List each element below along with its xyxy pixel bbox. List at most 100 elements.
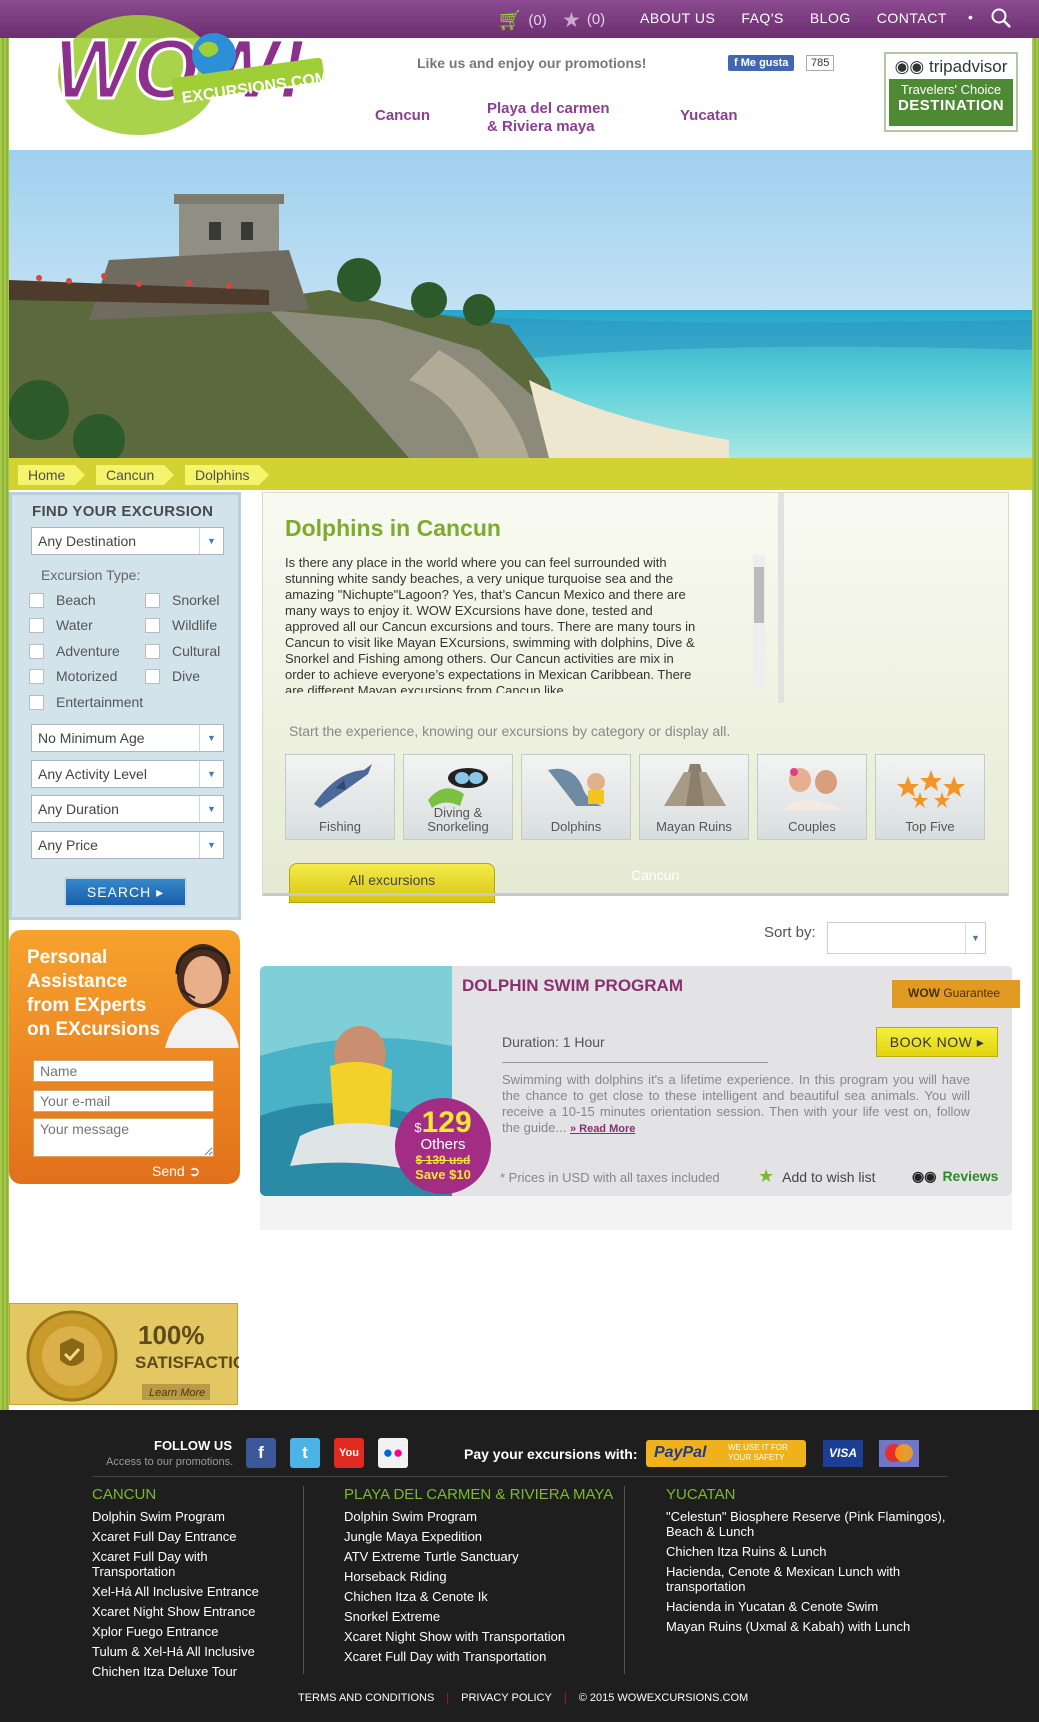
cart-link[interactable]: 🛒︎ (0) (497, 8, 547, 33)
category-couples[interactable]: Couples (757, 754, 867, 840)
product-title[interactable]: DOLPHIN SWIM PROGRAM (462, 976, 683, 996)
checkbox-dive[interactable]: Dive (145, 668, 200, 684)
youtube-icon[interactable]: You (334, 1438, 364, 1468)
footer-link[interactable]: Xcaret Night Show with Transportation (344, 1629, 624, 1644)
footer-column-playa: PLAYA DEL CARMEN & RIVIERA MAYA Dolphin … (344, 1486, 624, 1669)
footer-divider (92, 1476, 948, 1477)
footer-link[interactable]: Dolphin Swim Program (344, 1509, 624, 1524)
wishlist-link[interactable]: ★ (0) (562, 8, 605, 33)
satisfaction-badge[interactable]: 100% SATISFACTION Learn More (9, 1303, 258, 1405)
tab-cancun[interactable]: Cancun (631, 867, 679, 883)
flickr-icon[interactable]: ●● (378, 1438, 408, 1468)
checkbox-adventure[interactable]: Adventure (29, 643, 120, 659)
nav-playa-del-carmen[interactable]: Playa del carmen & Riviera maya (487, 100, 610, 136)
nav-about-us[interactable]: ABOUT US (640, 10, 715, 26)
email-input[interactable] (33, 1090, 214, 1112)
checkbox-snorkel[interactable]: Snorkel (145, 592, 219, 608)
footer-link[interactable]: Hacienda, Cenote & Mexican Lunch with tr… (666, 1564, 946, 1594)
price-badge: $129 Others $ 139 usd Save $10 (395, 1098, 491, 1194)
product-description: Swimming with dolphins it's a lifetime e… (502, 1072, 970, 1135)
footer-link[interactable]: Tulum & Xel-Há All Inclusive (92, 1644, 292, 1659)
owl-icon: ◉◉ (894, 57, 925, 76)
add-to-wishlist-link[interactable]: ★ Add to wish list (758, 1166, 876, 1187)
category-mayan-ruins[interactable]: Mayan Ruins (639, 754, 749, 840)
book-now-button[interactable]: BOOK NOW ▸ (876, 1027, 998, 1057)
footer-link[interactable]: Jungle Maya Expedition (344, 1529, 624, 1544)
description-text: Is there any place in the world where yo… (285, 555, 696, 693)
terms-link[interactable]: TERMS AND CONDITIONS (298, 1692, 434, 1704)
personal-assistance-panel: Personal Assistance from EXperts on EXcu… (9, 930, 240, 1184)
minimum-age-select[interactable]: No Minimum Age ▼ (31, 724, 224, 752)
activity-level-select[interactable]: Any Activity Level ▼ (31, 760, 224, 788)
search-button[interactable]: SEARCH ▸ (64, 877, 187, 907)
footer-link[interactable]: Chichen Itza Ruins & Lunch (666, 1544, 946, 1559)
pyramid-icon (664, 764, 726, 806)
footer-link[interactable]: Xcaret Full Day with Transportation (92, 1549, 292, 1579)
wow-guarantee-badge: WOW Guarantee (892, 980, 1020, 1008)
facebook-like-button[interactable]: f Me gusta (728, 55, 795, 71)
follow-us-subtitle: Access to our promotions. (106, 1456, 234, 1468)
wow-excursions-logo[interactable]: WOW! EXCURSIONS.COM (46, 0, 326, 140)
name-input[interactable] (33, 1060, 214, 1082)
tab-all-excursions[interactable]: All excursions (289, 863, 495, 903)
breadcrumb-cancun[interactable]: Cancun (96, 465, 175, 485)
footer-link[interactable]: Dolphin Swim Program (92, 1509, 292, 1524)
footer-link[interactable]: Xplor Fuego Entrance (92, 1624, 292, 1639)
footer-link[interactable]: "Celestun" Biosphere Reserve (Pink Flami… (666, 1509, 946, 1539)
footer-link[interactable]: ATV Extreme Turtle Sanctuary (344, 1549, 624, 1564)
category-diving-snorkeling[interactable]: Diving & Snorkeling (403, 754, 513, 840)
nav-yucatan[interactable]: Yucatan (680, 107, 738, 125)
footer-link[interactable]: Chichen Itza & Cenote Ik (344, 1589, 624, 1604)
footer-link[interactable]: Xcaret Full Day Entrance (92, 1529, 292, 1544)
checkbox-entertainment[interactable]: Entertainment (29, 694, 143, 710)
footer-link[interactable]: Chichen Itza Deluxe Tour (92, 1664, 292, 1679)
privacy-link[interactable]: PRIVACY POLICY (461, 1692, 552, 1704)
footer-link[interactable]: Horseback Riding (344, 1569, 624, 1584)
footer-column-yucatan: YUCATAN "Celestun" Biosphere Reserve (Pi… (666, 1486, 946, 1634)
footer-link[interactable]: Snorkel Extreme (344, 1609, 624, 1624)
description-scrollbar[interactable] (753, 555, 765, 689)
sort-by-label: Sort by: (764, 924, 816, 941)
facebook-icon[interactable]: f (246, 1438, 276, 1468)
footer-column-cancun: CANCUN Dolphin Swim Program Xcaret Full … (92, 1486, 292, 1684)
nav-blog[interactable]: BLOG (810, 10, 851, 26)
paypal-logo: PayPal WE USE IT FOR YOUR SAFETY (646, 1440, 806, 1467)
footer-link[interactable]: Xcaret Night Show Entrance (92, 1604, 292, 1619)
send-button[interactable]: Send ➲ (152, 1163, 200, 1180)
chevron-down-icon: ▼ (965, 923, 985, 953)
checkbox-cultural[interactable]: Cultural (145, 643, 220, 659)
twitter-icon[interactable]: t (290, 1438, 320, 1468)
footer-link[interactable]: Mayan Ruins (Uxmal & Kabah) with Lunch (666, 1619, 946, 1634)
old-price: $ 139 usd (415, 1153, 471, 1167)
footer-link[interactable]: Xel-Há All Inclusive Entrance (92, 1584, 292, 1599)
breadcrumb-dolphins[interactable]: Dolphins (185, 465, 271, 485)
checkbox-beach[interactable]: Beach (29, 592, 96, 608)
nav-faqs[interactable]: FAQ'S (741, 10, 784, 26)
start-text: Start the experience, knowing our excurs… (289, 723, 731, 739)
checkbox-water[interactable]: Water (29, 617, 93, 633)
category-top-five[interactable]: Top Five (875, 754, 985, 840)
nav-cancun[interactable]: Cancun (375, 107, 430, 125)
reviews-link[interactable]: ◉◉ Reviews (912, 1168, 998, 1185)
footer-link[interactable]: Hacienda in Yucatan & Cenote Swim (666, 1599, 946, 1614)
footer-link[interactable]: Xcaret Full Day with Transportation (344, 1649, 624, 1664)
search-icon[interactable] (990, 7, 1012, 29)
sort-by-select[interactable]: ▼ (827, 922, 986, 954)
nav-contact[interactable]: CONTACT (877, 10, 947, 26)
duration-select[interactable]: Any Duration ▼ (31, 795, 224, 823)
breadcrumb: Home Cancun Dolphins (9, 458, 1032, 490)
chevron-down-icon: ▼ (199, 761, 223, 787)
destination-select[interactable]: Any Destination ▼ (31, 527, 224, 555)
breadcrumb-home[interactable]: Home (18, 465, 86, 485)
assistant-photo (165, 944, 239, 1048)
divider (502, 1062, 768, 1063)
tripadvisor-badge[interactable]: ◉◉ tripadvisor Travelers' Choice DESTINA… (884, 52, 1018, 132)
read-more-link[interactable]: » Read More (570, 1123, 635, 1135)
message-input[interactable] (33, 1118, 214, 1157)
checkbox-motorized[interactable]: Motorized (29, 668, 117, 684)
panel-divider (778, 493, 784, 703)
category-fishing[interactable]: Fishing (285, 754, 395, 840)
category-dolphins[interactable]: Dolphins (521, 754, 631, 840)
price-select[interactable]: Any Price ▼ (31, 831, 224, 859)
checkbox-wildlife[interactable]: Wildlife (145, 617, 217, 633)
